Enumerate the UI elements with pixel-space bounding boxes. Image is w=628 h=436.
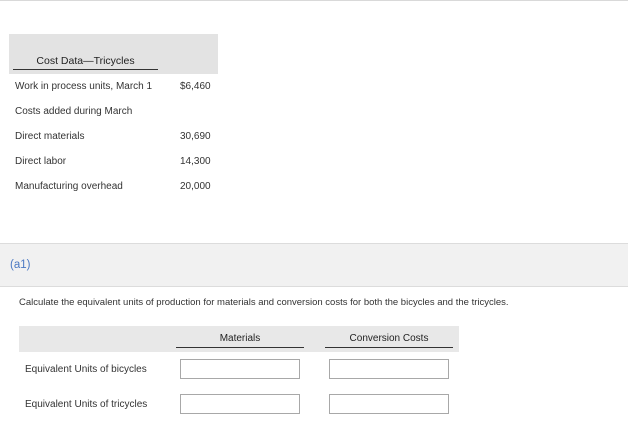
- column-underline: [176, 347, 304, 348]
- cost-row-label: Direct labor: [15, 156, 67, 167]
- cost-row-value: 14,300: [180, 156, 211, 167]
- bicycles-materials-input[interactable]: [180, 359, 300, 379]
- cost-row-value: 20,000: [180, 181, 211, 192]
- cost-title-underline: [13, 69, 158, 70]
- eq-row-label: Equivalent Units of tricycles: [25, 399, 148, 410]
- cost-row-label: Costs added during March: [15, 106, 133, 117]
- tricycles-conversion-input[interactable]: [329, 394, 449, 414]
- eq-row-label: Equivalent Units of bicycles: [25, 364, 147, 375]
- column-header-conversion-costs: Conversion Costs: [349, 333, 429, 344]
- bicycles-conversion-input[interactable]: [329, 359, 449, 379]
- cost-row-value: 30,690: [180, 131, 211, 142]
- section-header: [0, 244, 628, 286]
- section-label: (a1): [10, 259, 31, 271]
- question-text: Calculate the equivalent units of produc…: [19, 297, 509, 308]
- cost-table-title: Cost Data—Tricycles: [36, 55, 135, 67]
- column-header-materials: Materials: [219, 333, 261, 344]
- cost-row-value: $6,460: [180, 81, 211, 92]
- section-divider: [0, 286, 628, 287]
- tricycles-materials-input[interactable]: [180, 394, 300, 414]
- cost-row-label: Manufacturing overhead: [15, 181, 123, 192]
- top-divider: [0, 0, 628, 1]
- cost-row-label: Work in process units, March 1: [15, 81, 153, 92]
- column-underline: [325, 347, 453, 348]
- cost-row-label: Direct materials: [15, 131, 85, 142]
- cost-table-header: [9, 34, 218, 74]
